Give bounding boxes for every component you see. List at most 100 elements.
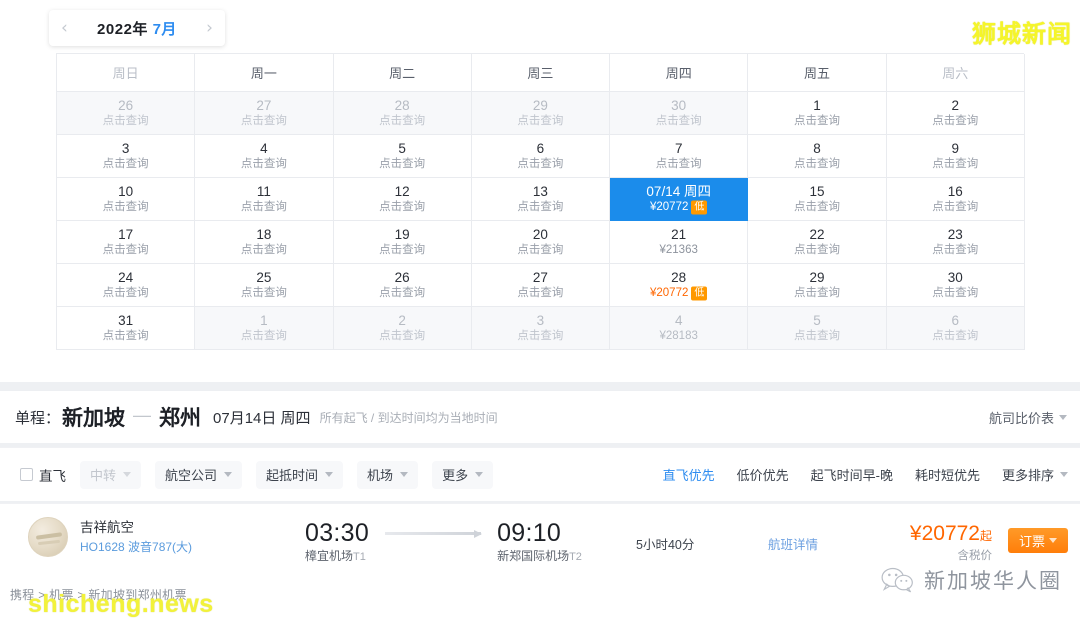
calendar-day-cell[interactable]: 1点击查询 (748, 92, 886, 135)
calendar-day-cell[interactable]: 30点击查询 (610, 92, 748, 135)
filter-button-label: 航空公司 (165, 465, 217, 484)
sort-option-group: 直飞优先 低价优先 起飞时间早-晚 耗时短优先 更多排序 (663, 465, 1068, 484)
calendar-day-cell[interactable]: 19点击查询 (334, 221, 472, 264)
calendar-weekday-label: 周一 (251, 63, 277, 82)
filter-button-3[interactable]: 机场 (357, 461, 418, 489)
flight-duration: 5小时40分 (636, 534, 694, 553)
direct-flight-checkbox[interactable]: 直飞 (20, 465, 66, 485)
calendar-day-cell[interactable]: 7点击查询 (610, 135, 748, 178)
calendar-day-cell[interactable]: 6点击查询 (887, 307, 1025, 350)
sort-option-0[interactable]: 直飞优先 (663, 465, 715, 484)
calendar-day-cell[interactable]: 5点击查询 (334, 135, 472, 178)
calendar-day-query-hint: 点击查询 (517, 114, 563, 129)
chevron-down-icon (1059, 415, 1067, 420)
calendar-day-query-hint: 点击查询 (517, 286, 563, 301)
flight-detail-link[interactable]: 航班详情 (768, 534, 818, 553)
calendar-day-number: 6 (951, 312, 959, 329)
calendar-day-cell[interactable]: 25点击查询 (195, 264, 333, 307)
calendar-day-cell[interactable]: 07/14 周四¥20772低 (610, 178, 748, 221)
calendar-day-number: 28 (395, 97, 410, 114)
calendar-day-cell[interactable]: 28点击查询 (334, 92, 472, 135)
calendar-day-cell[interactable]: 3点击查询 (472, 307, 610, 350)
calendar-day-number: 3 (122, 140, 130, 157)
calendar-day-cell[interactable]: 2点击查询 (334, 307, 472, 350)
calendar-day-cell[interactable]: 11点击查询 (195, 178, 333, 221)
more-sort-button[interactable]: 更多排序 (1002, 465, 1068, 484)
calendar-day-cell[interactable]: 20点击查询 (472, 221, 610, 264)
calendar-day-number: 24 (118, 269, 133, 286)
calendar-day-cell[interactable]: 4点击查询 (195, 135, 333, 178)
calendar-day-cell[interactable]: 10点击查询 (57, 178, 195, 221)
calendar-weekday-2: 周二 (334, 54, 472, 92)
watermark-bottom-left: shicheng.news (28, 590, 214, 619)
calendar-day-query-hint: 点击查询 (794, 286, 840, 301)
calendar-day-cell[interactable]: 27点击查询 (472, 264, 610, 307)
sort-option-1[interactable]: 低价优先 (737, 465, 789, 484)
calendar-day-query-hint: 点击查询 (932, 157, 978, 172)
next-month-icon[interactable]: › (206, 20, 213, 37)
arrival-airport: 新郑国际机场T2 (497, 547, 582, 566)
calendar-day-cell[interactable]: 13点击查询 (472, 178, 610, 221)
airline-price-compare-button[interactable]: 航司比价表 (989, 408, 1067, 427)
calendar-day-query-hint: 点击查询 (241, 157, 287, 172)
calendar-day-cell[interactable]: 31点击查询 (57, 307, 195, 350)
calendar-day-cell[interactable]: 9点击查询 (887, 135, 1025, 178)
calendar-day-query-hint: 点击查询 (241, 114, 287, 129)
wechat-icon (880, 566, 914, 594)
calendar-day-cell[interactable]: 29点击查询 (748, 264, 886, 307)
calendar-body: 26点击查询27点击查询28点击查询29点击查询30点击查询1点击查询2点击查询… (57, 92, 1024, 350)
airline-text: 吉祥航空 HO1628 波音787(大) (80, 518, 192, 556)
route-summary-bar: 单程： 新加坡 — 郑州 07月14日 周四 所有起飞 / 到达时间均为当地时间… (0, 390, 1080, 443)
sort-option-2[interactable]: 起飞时间早-晚 (811, 465, 893, 484)
calendar-day-cell[interactable]: 5点击查询 (748, 307, 886, 350)
arrival-airport-name: 新郑国际机场 (497, 549, 569, 563)
calendar-month: 7月 (153, 21, 177, 38)
calendar-day-cell[interactable]: 23点击查询 (887, 221, 1025, 264)
calendar-day-cell[interactable]: 4¥28183 (610, 307, 748, 350)
calendar-day-cell[interactable]: 30点击查询 (887, 264, 1025, 307)
filter-button-2[interactable]: 起抵时间 (256, 461, 343, 489)
calendar-weekday-label: 周二 (389, 63, 415, 82)
calendar-day-cell[interactable]: 21¥21363 (610, 221, 748, 264)
checkbox-icon[interactable] (20, 468, 33, 481)
calendar-day-number: 27 (256, 97, 271, 114)
calendar-weekday-label: 周三 (527, 63, 553, 82)
calendar-day-cell[interactable]: 28¥20772低 (610, 264, 748, 307)
calendar-day-cell[interactable]: 6点击查询 (472, 135, 610, 178)
calendar-day-cell[interactable]: 2点击查询 (887, 92, 1025, 135)
calendar-day-cell[interactable]: 26点击查询 (334, 264, 472, 307)
calendar-day-number: 12 (395, 183, 410, 200)
calendar-day-cell[interactable]: 8点击查询 (748, 135, 886, 178)
calendar-day-query-hint: 点击查询 (794, 329, 840, 344)
calendar-day-cell[interactable]: 15点击查询 (748, 178, 886, 221)
flight-price: ¥20772起 (910, 522, 992, 548)
calendar-day-number: 2 (398, 312, 406, 329)
flight-price-value: ¥20772 (910, 522, 980, 545)
calendar-day-cell[interactable]: 1点击查询 (195, 307, 333, 350)
calendar-day-number: 26 (118, 97, 133, 114)
calendar-day-cell[interactable]: 18点击查询 (195, 221, 333, 264)
calendar-day-cell[interactable]: 27点击查询 (195, 92, 333, 135)
calendar-day-cell[interactable]: 12点击查询 (334, 178, 472, 221)
calendar-day-cell[interactable]: 3点击查询 (57, 135, 195, 178)
calendar-day-cell[interactable]: 17点击查询 (57, 221, 195, 264)
calendar-day-cell[interactable]: 16点击查询 (887, 178, 1025, 221)
calendar-day-number: 26 (395, 269, 410, 286)
calendar-day-cell[interactable]: 26点击查询 (57, 92, 195, 135)
calendar-day-price: ¥28183 (660, 329, 698, 344)
calendar-day-price-value: ¥20772 (650, 286, 688, 301)
calendar-day-cell[interactable]: 24点击查询 (57, 264, 195, 307)
sort-option-3[interactable]: 耗时短优先 (915, 465, 980, 484)
prev-month-icon[interactable]: ‹ (61, 20, 68, 37)
filter-button-1[interactable]: 航空公司 (155, 461, 242, 489)
calendar-day-query-hint: 点击查询 (379, 200, 425, 215)
calendar-weekday-6: 周六 (887, 54, 1025, 92)
filter-button-4[interactable]: 更多 (432, 461, 493, 489)
calendar-day-query-hint: 点击查询 (517, 200, 563, 215)
calendar-week-row: 31点击查询1点击查询2点击查询3点击查询4¥281835点击查询6点击查询 (57, 307, 1024, 350)
calendar-day-cell[interactable]: 29点击查询 (472, 92, 610, 135)
calendar-day-number: 17 (118, 226, 133, 243)
book-button[interactable]: 订票 (1008, 528, 1068, 553)
flight-number[interactable]: HO1628 波音787(大) (80, 538, 192, 556)
calendar-day-cell[interactable]: 22点击查询 (748, 221, 886, 264)
